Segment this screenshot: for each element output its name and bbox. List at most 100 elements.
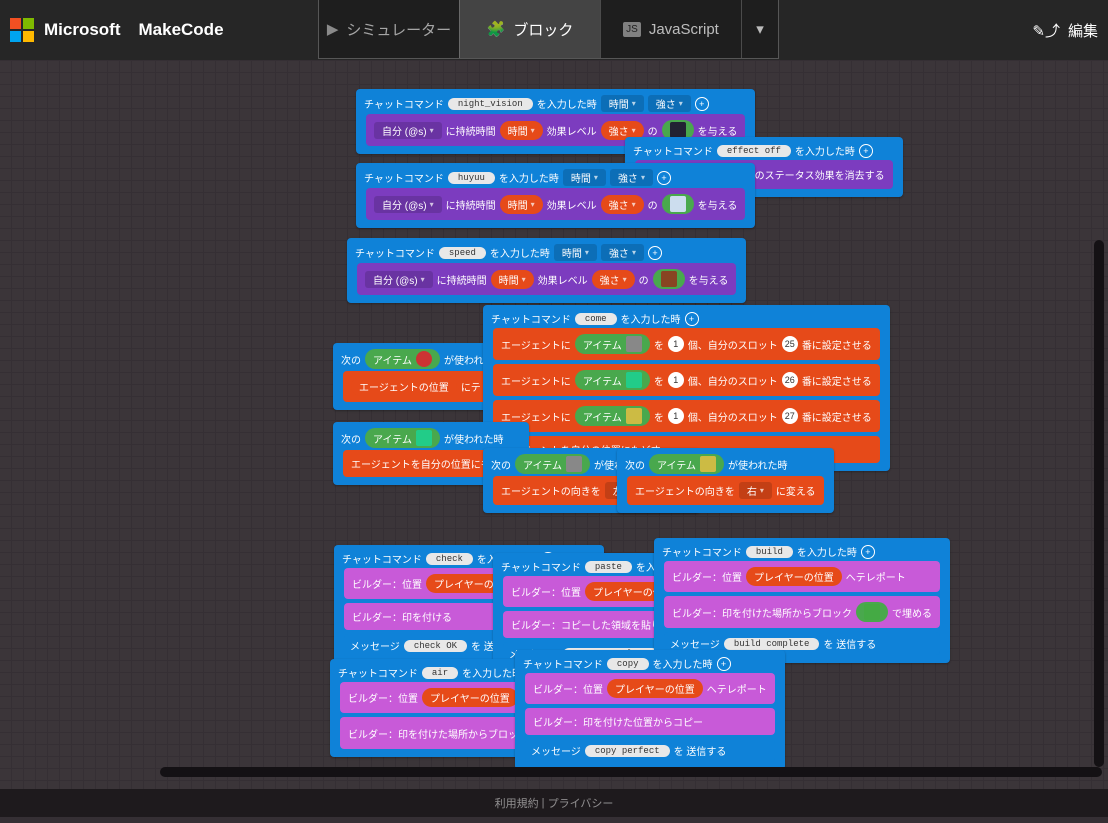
- target[interactable]: 自分 (@s): [365, 271, 433, 288]
- lbl: アイテム: [583, 373, 622, 388]
- js-icon: JS: [623, 22, 641, 37]
- lbl: チャットコマンド: [633, 143, 713, 158]
- lbl: 次の: [341, 431, 361, 446]
- chevron-down-icon: ▾: [756, 20, 764, 38]
- cmd-name[interactable]: speed: [439, 247, 486, 259]
- block-chat-huyuu[interactable]: チャットコマンド huyuu を入力した時 時間 強さ + 自分 (@s) に持…: [356, 163, 755, 228]
- privacy-link[interactable]: プライバシー: [548, 795, 614, 811]
- lbl: に変える: [776, 483, 816, 498]
- pos[interactable]: プレイヤーの位置: [607, 679, 703, 698]
- tab-blocks[interactable]: 🧩 ブロック: [459, 0, 600, 58]
- param-strength[interactable]: 強さ: [648, 95, 691, 112]
- msg[interactable]: copy perfect: [585, 745, 670, 757]
- cmd-name[interactable]: night_vision: [448, 98, 533, 110]
- potion-icon: [670, 122, 686, 138]
- lbl: 番に設定させる: [802, 373, 872, 388]
- item-icon: [566, 456, 582, 472]
- pos[interactable]: プレイヤーの位置: [422, 688, 518, 707]
- slot[interactable]: 25: [782, 336, 798, 352]
- qty[interactable]: 1: [668, 336, 684, 352]
- param-strength[interactable]: 強さ: [601, 244, 644, 261]
- terms-link[interactable]: 利用規約: [495, 795, 539, 811]
- lbl: メッセージ: [531, 743, 581, 758]
- lvl[interactable]: 強さ: [592, 270, 635, 289]
- lbl: アイテム: [373, 352, 412, 367]
- tab-javascript[interactable]: JS JavaScript: [600, 0, 741, 58]
- add-param[interactable]: +: [717, 657, 731, 671]
- lbl: アイテム: [583, 409, 622, 424]
- edit-button[interactable]: ✎⤴ 編集: [1032, 20, 1098, 41]
- lbl: を与える: [698, 197, 738, 212]
- tab-more[interactable]: ▾: [741, 0, 778, 58]
- cmd-name[interactable]: copy: [607, 658, 649, 670]
- lbl: ビルダー：位置: [533, 681, 603, 696]
- slot[interactable]: 27: [782, 408, 798, 424]
- block-item-turn-right[interactable]: 次の アイテム が使われた時 エージェントの向きを 右 に変える: [617, 448, 834, 513]
- potion-icon: [670, 196, 686, 212]
- lvl[interactable]: 強さ: [601, 195, 644, 214]
- cmd-name[interactable]: check: [426, 553, 473, 565]
- edit-label: 編集: [1068, 20, 1098, 41]
- lbl: アイテム: [373, 431, 412, 446]
- diamond-icon: [416, 430, 432, 446]
- lbl: チャットコマンド: [491, 311, 571, 326]
- param-time[interactable]: 時間: [563, 169, 606, 186]
- cmd-name[interactable]: effect off: [717, 145, 791, 157]
- pos[interactable]: プレイヤーの位置: [746, 567, 842, 586]
- editor-tabs: ▶ シミュレーター 🧩 ブロック JS JavaScript ▾: [318, 0, 779, 59]
- block-chat-speed[interactable]: チャットコマンド speed を入力した時 時間 強さ + 自分 (@s) に持…: [347, 238, 746, 303]
- lbl: アイテム: [657, 457, 696, 472]
- add-param[interactable]: +: [685, 312, 699, 326]
- lbl: を: [654, 337, 664, 352]
- param-time[interactable]: 時間: [601, 95, 644, 112]
- item-icon: [700, 456, 716, 472]
- dur[interactable]: 時間: [491, 270, 534, 289]
- slot[interactable]: 26: [782, 372, 798, 388]
- cmd-name[interactable]: air: [422, 667, 458, 679]
- agent-pos[interactable]: エージェントの位置: [351, 377, 457, 396]
- blocks-icon: 🧩: [487, 20, 506, 38]
- block-icon: [864, 604, 880, 620]
- dur[interactable]: 時間: [500, 195, 543, 214]
- horizontal-scrollbar[interactable]: [160, 767, 1102, 777]
- lbl: を: [654, 409, 664, 424]
- lbl: を入力した時: [795, 143, 855, 158]
- cmd-name[interactable]: huyuu: [448, 172, 495, 184]
- cmd-name[interactable]: paste: [585, 561, 632, 573]
- block-workspace[interactable]: チャットコマンド night_vision を入力した時 時間 強さ + 自分 …: [0, 60, 1108, 789]
- cmd-name[interactable]: build: [746, 546, 793, 558]
- block-chat-build[interactable]: チャットコマンド build を入力した時 + ビルダー：位置プレイヤーの位置へ…: [654, 538, 950, 663]
- vertical-scrollbar[interactable]: [1094, 240, 1104, 767]
- qty[interactable]: 1: [668, 408, 684, 424]
- lbl: が使われた時: [728, 457, 788, 472]
- lbl: の: [639, 272, 649, 287]
- msg[interactable]: check OK: [404, 640, 467, 652]
- lbl: 次の: [341, 352, 361, 367]
- lbl: を: [654, 373, 664, 388]
- target[interactable]: 自分 (@s): [374, 122, 442, 139]
- dir[interactable]: 右: [739, 482, 772, 499]
- lbl: エージェントの向きを: [635, 483, 735, 498]
- block-chat-copy[interactable]: チャットコマンド copy を入力した時 + ビルダー：位置プレイヤーの位置へテ…: [515, 650, 785, 770]
- lbl: チャットコマンド: [338, 665, 418, 680]
- tab-simulator[interactable]: ▶ シミュレーター: [319, 0, 459, 58]
- cmd-name[interactable]: come: [575, 313, 617, 325]
- lbl: ビルダー：位置: [511, 584, 581, 599]
- lbl: 効果レベル: [547, 123, 597, 138]
- block-chat-come[interactable]: チャットコマンド come を入力した時 + エージェントに アイテム を 1 …: [483, 305, 890, 471]
- add-param[interactable]: +: [695, 97, 709, 111]
- target[interactable]: 自分 (@s): [374, 196, 442, 213]
- param-strength[interactable]: 強さ: [610, 169, 653, 186]
- param-time[interactable]: 時間: [554, 244, 597, 261]
- add-param[interactable]: +: [859, 144, 873, 158]
- add-param[interactable]: +: [648, 246, 662, 260]
- lbl: エージェントに: [501, 337, 571, 352]
- msg[interactable]: build complete: [724, 638, 820, 650]
- lbl: を入力した時: [797, 544, 857, 559]
- qty[interactable]: 1: [668, 372, 684, 388]
- dur[interactable]: 時間: [500, 121, 543, 140]
- add-param[interactable]: +: [657, 171, 671, 185]
- product-name: MakeCode: [139, 20, 224, 40]
- add-param[interactable]: +: [861, 545, 875, 559]
- lbl: を入力した時: [621, 311, 681, 326]
